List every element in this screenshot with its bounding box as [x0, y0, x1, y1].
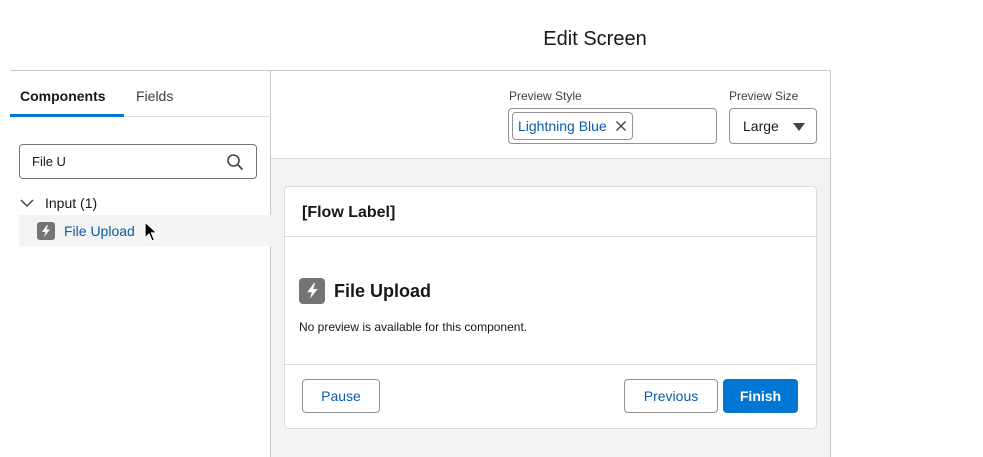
- preview-style-value: Lightning Blue: [518, 118, 607, 134]
- component-title: File Upload: [334, 280, 432, 301]
- active-tab-indicator: [10, 114, 124, 117]
- preview-style-pill[interactable]: Lightning Blue: [512, 112, 633, 140]
- close-icon[interactable]: [615, 120, 627, 132]
- tab-components[interactable]: Components: [20, 88, 106, 104]
- flow-footer: Pause Previous Finish: [285, 364, 816, 428]
- preview-settings-bar: Preview Style Lightning Blue Preview Siz…: [271, 71, 830, 159]
- component-search-box[interactable]: [19, 144, 257, 179]
- search-icon[interactable]: [226, 153, 244, 171]
- previous-button[interactable]: Previous: [624, 379, 718, 413]
- page-title: Edit Screen: [543, 28, 647, 50]
- flow-card-header: [Flow Label]: [285, 187, 816, 237]
- component-search-input[interactable]: [32, 154, 222, 169]
- preview-style-label: Preview Style: [509, 89, 582, 103]
- bolt-icon: [37, 221, 55, 240]
- preview-style-field[interactable]: Lightning Blue: [508, 108, 717, 144]
- preview-size-label: Preview Size: [729, 89, 799, 103]
- chevron-down-icon[interactable]: [19, 195, 35, 211]
- preview-size-select[interactable]: Large: [729, 108, 817, 144]
- component-title-row: File Upload: [299, 278, 431, 304]
- components-panel: Components Fields Input (1) File Upload: [10, 71, 271, 457]
- group-input[interactable]: Input (1): [19, 193, 97, 213]
- bolt-icon: [299, 278, 325, 304]
- preview-panel: Preview Style Lightning Blue Preview Siz…: [271, 71, 830, 457]
- tab-fields[interactable]: Fields: [136, 88, 173, 104]
- no-preview-message: No preview is available for this compone…: [299, 320, 528, 334]
- preview-size-value: Large: [743, 118, 779, 134]
- flow-preview-card: [Flow Label] File Upload No preview is a…: [284, 186, 817, 429]
- finish-button[interactable]: Finish: [723, 379, 798, 413]
- pause-button[interactable]: Pause: [302, 379, 380, 413]
- component-item-label: File Upload: [64, 222, 135, 239]
- caret-down-icon: [793, 123, 805, 131]
- group-label: Input (1): [45, 195, 98, 211]
- mouse-cursor-icon: [144, 221, 159, 242]
- panel-tabs: Components Fields: [10, 71, 271, 117]
- flow-label: [Flow Label]: [302, 204, 396, 221]
